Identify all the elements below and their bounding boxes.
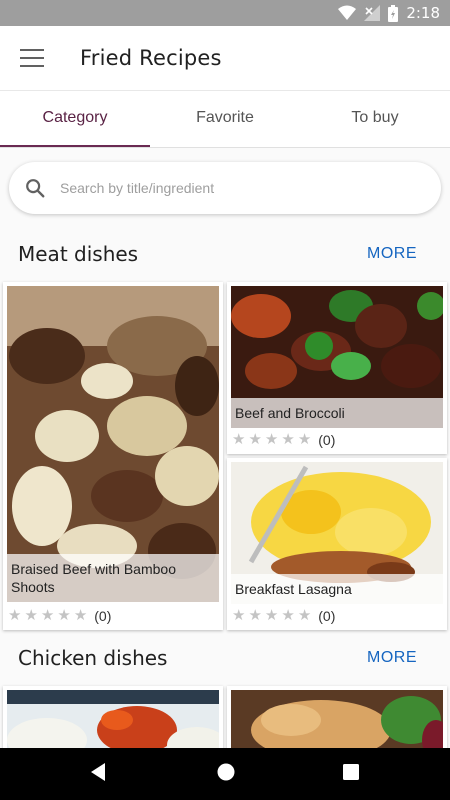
star-icon: ★ [264, 431, 279, 448]
star-icon: ★ [73, 607, 88, 624]
status-icons: 2:18 [338, 4, 440, 22]
app-title: Fried Recipes [80, 46, 222, 70]
recipe-card[interactable] [3, 686, 223, 756]
star-icon: ★ [297, 607, 312, 624]
section-header-chicken: Chicken dishes MORE [0, 638, 450, 678]
recipe-image [231, 690, 443, 756]
signal-icon [364, 5, 381, 21]
star-icon: ★ [297, 431, 312, 448]
more-button[interactable]: MORE [367, 245, 417, 263]
rating-count: (0) [318, 608, 336, 624]
recents-icon[interactable] [343, 764, 359, 780]
star-icon: ★ [8, 607, 22, 624]
star-icon: ★ [281, 607, 295, 624]
section-title: Meat dishes [18, 242, 139, 266]
search-bar[interactable] [9, 162, 441, 214]
search-input[interactable] [60, 180, 400, 196]
tab-to-buy[interactable]: To buy [300, 91, 450, 147]
status-bar: 2:18 [0, 0, 450, 26]
navigation-bar [0, 748, 450, 800]
home-icon[interactable] [216, 762, 236, 782]
recipe-title: Breakfast Lasagna [231, 574, 443, 604]
battery-icon [388, 4, 399, 22]
menu-icon[interactable] [20, 49, 44, 67]
star-icon: ★ [24, 607, 38, 624]
rating: ★ ★ ★ ★ ★ (0) [232, 432, 335, 448]
rating: ★ ★ ★ ★ ★ (0) [232, 608, 335, 624]
more-button[interactable]: MORE [367, 649, 417, 667]
star-icon: ★ [248, 431, 262, 448]
recipe-card[interactable] [227, 686, 447, 756]
recipe-image: Braised Beef with Bamboo Shoots [7, 286, 219, 602]
wifi-icon [338, 5, 357, 20]
recipe-image: Beef and Broccoli [231, 286, 443, 428]
recipe-title: Braised Beef with Bamboo Shoots [7, 554, 219, 602]
star-icon: ★ [264, 607, 279, 624]
rating-count: (0) [318, 432, 336, 448]
recipe-image [7, 690, 219, 756]
tab-category[interactable]: Category [0, 91, 150, 147]
star-icon: ★ [232, 431, 246, 448]
star-icon: ★ [281, 431, 295, 448]
tab-favorite[interactable]: Favorite [150, 91, 300, 147]
status-time: 2:18 [406, 4, 440, 22]
star-icon: ★ [232, 607, 246, 624]
recipe-card[interactable]: Breakfast Lasagna ★ ★ ★ ★ ★ (0) [227, 458, 447, 630]
rating: ★ ★ ★ ★ ★ (0) [8, 608, 111, 624]
section-header-meat: Meat dishes MORE [0, 234, 450, 274]
star-icon: ★ [57, 607, 71, 624]
recipe-card[interactable]: Beef and Broccoli ★ ★ ★ ★ ★ (0) [227, 282, 447, 454]
search-icon[interactable] [24, 177, 46, 199]
app-bar: Fried Recipes [0, 26, 450, 90]
tab-bar: Category Favorite To buy [0, 90, 450, 148]
rating-count: (0) [94, 608, 112, 624]
star-icon: ★ [248, 607, 262, 624]
back-icon[interactable] [89, 762, 107, 782]
recipe-title: Beef and Broccoli [231, 398, 443, 428]
recipe-image: Breakfast Lasagna [231, 462, 443, 604]
recipe-card[interactable]: Braised Beef with Bamboo Shoots ★ ★ ★ ★ … [3, 282, 223, 630]
star-icon: ★ [40, 607, 55, 624]
section-title: Chicken dishes [18, 646, 168, 670]
